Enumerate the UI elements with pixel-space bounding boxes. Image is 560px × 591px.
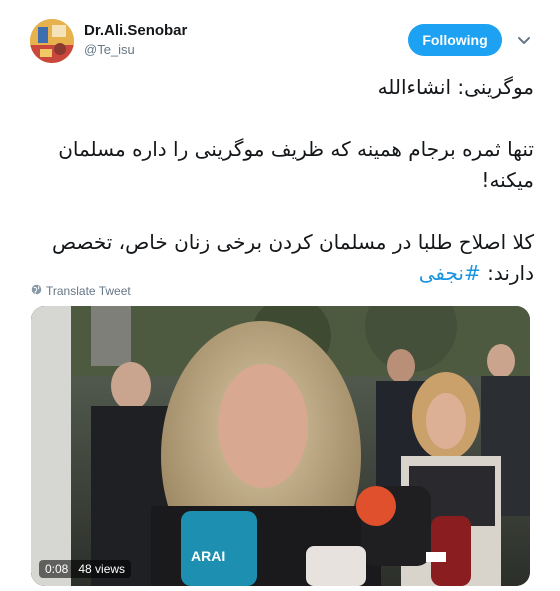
following-button[interactable]: Following bbox=[408, 24, 502, 56]
display-name[interactable]: Dr.Ali.Senobar bbox=[84, 22, 187, 39]
svg-text:ARAI: ARAI bbox=[191, 548, 225, 564]
avatar[interactable] bbox=[30, 19, 74, 63]
translate-tweet[interactable]: Translate Tweet bbox=[31, 284, 131, 298]
globe-icon bbox=[31, 284, 42, 298]
video-frame: ARAI bbox=[31, 306, 530, 586]
tweet-line-3: کلا اصلاح طلبا در مسلمان کردن برخی زنان … bbox=[26, 227, 534, 289]
video-info: 0:08 48 views bbox=[39, 560, 132, 578]
tweet-text: موگرینی: انشاءالله تنها ثمره برجام همینه… bbox=[26, 72, 534, 289]
tweet-line-1: موگرینی: انشاءالله bbox=[377, 75, 534, 99]
tweet-header: Dr.Ali.Senobar @Te_isu Following bbox=[0, 0, 560, 70]
translate-label: Translate Tweet bbox=[46, 284, 131, 298]
chevron-down-icon[interactable] bbox=[515, 31, 533, 49]
video-player[interactable]: ARAI 0:08 48 views bbox=[31, 306, 530, 586]
video-views: 48 views bbox=[78, 562, 126, 576]
video-time: 0:08 bbox=[45, 562, 69, 576]
tweet-line-2: تنها ثمره برجام همینه که ظریف موگرینی را… bbox=[58, 137, 534, 192]
user-handle[interactable]: @Te_isu bbox=[84, 42, 135, 57]
hashtag-link[interactable]: #نجفی bbox=[419, 261, 481, 285]
